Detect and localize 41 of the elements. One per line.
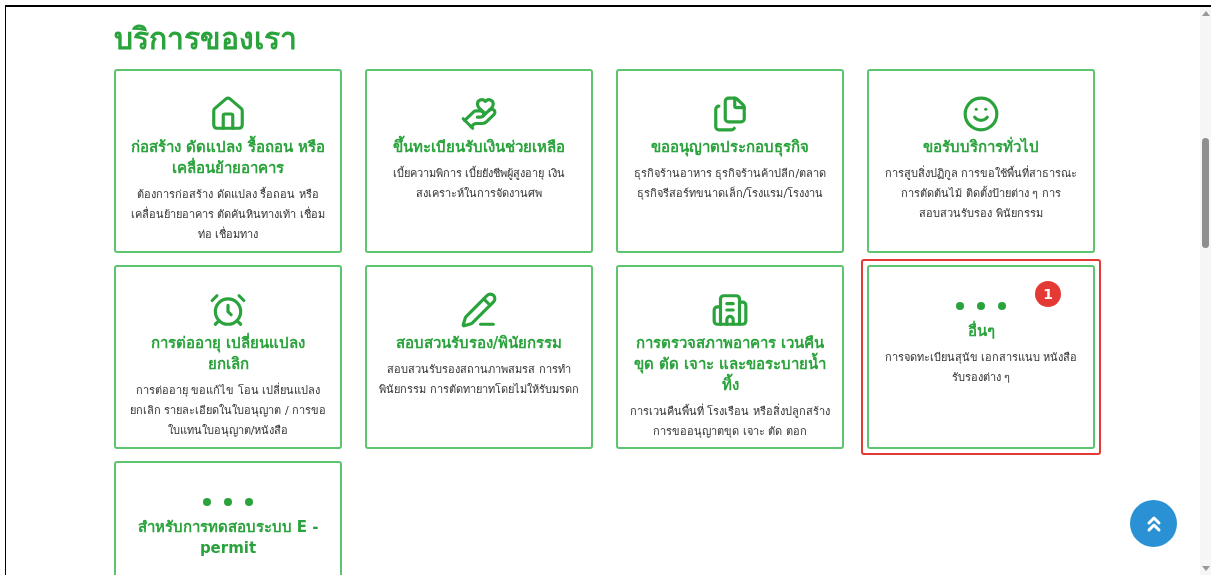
service-card[interactable]: ขอรับบริการทั่วไป การสูบสิ่งปฏิกูล การขอใช้พื้นที่สาธารณะ การตัดต้นไม้ ติดตั้งป้ายต่าง ๆ การสอบสวนรับรอง พินัยกรรม	[867, 69, 1095, 253]
card-description: สอบสวนรับรองสถานภาพสมรส การทำพินัยกรรม การตัดทายาทโดยไม่ให้รับมรดก	[379, 362, 579, 398]
service-card[interactable]: ขออนุญาตประกอบธุรกิจ ธุรกิจร้านอาหาร ธุรกิจร้านค้าปลีก/ตลาด ธุรกิจรีสอร์ทขนาดเล็ก/โรงแรม/โรงงาน	[616, 69, 844, 253]
documents-icon	[711, 95, 749, 133]
card-description: การสูบสิ่งปฏิกูล การขอใช้พื้นที่สาธารณะ การตัดต้นไม้ ติดตั้งป้ายต่าง ๆ การสอบสวนรับรอง พินัยกรรม	[883, 164, 1079, 222]
card-title: การตรวจสภาพอาคาร เวนคืน ขุด ตัด เจาะ และขอระบายน้ำทิ้ง	[632, 333, 828, 396]
card-description: เบี้ยความพิการ เบี้ยยังชีพผู้สูงอายุ เงินสงเคราะห์ในการจัดงานศพ	[392, 165, 566, 202]
dots-icon	[202, 497, 254, 507]
number-badge: 1	[1035, 281, 1061, 307]
service-card[interactable]: ก่อสร้าง ดัดแปลง รื้อถอน หรือเคลื่อนย้ายอาคาร ต้องการก่อสร้าง ดัดแปลง รื้อถอน หรือเคลื่อนย้ายอาคาร ตัดคันหินทางเท้า เชื่อมท่อ เชื่อมทาง	[114, 69, 342, 253]
card-description: การต่ออายุ ขอแก้ไข โอน เปลี่ยนแปลง ยกเลิก รายละเอียดในใบอนุญาต / การขอใบแทนใบอนุญาต/หนังสือ	[128, 381, 328, 439]
scroll-to-top-button[interactable]	[1130, 500, 1177, 547]
dots-icon	[955, 301, 1007, 311]
scrollbar-thumb[interactable]	[1202, 138, 1209, 248]
building-icon	[711, 291, 749, 329]
card-title: สอบสวนรับรอง/พินัยกรรม	[395, 333, 563, 354]
card-description: ต้องการก่อสร้าง ดัดแปลง รื้อถอน หรือเคลื่อนย้ายอาคาร ตัดคันหินทางเท้า เชื่อมท่อ เชื่อมทาง	[130, 186, 326, 243]
card-title: การต่ออายุ เปลี่ยนแปลง ยกเลิก	[149, 333, 307, 375]
card-title: ก่อสร้าง ดัดแปลง รื้อถอน หรือเคลื่อนย้ายอาคาร	[128, 137, 328, 179]
card-description: การเวนคืนพื้นที่ โรงเรือน หรือสิ่งปลูกสร้าง การขออนุญาตขุด เจาะ ตัด ตอก	[630, 402, 830, 440]
service-card[interactable]: การต่ออายุ เปลี่ยนแปลง ยกเลิก การต่ออายุ ขอแก้ไข โอน เปลี่ยนแปลง ยกเลิก รายละเอียดในใบอนุญาต / การขอใบแทนใบอนุญาต/หนังสือ	[114, 265, 342, 449]
service-card[interactable]: อื่นๆ การจดทะเบียนสุนัข เอกสารแนบ หนังสือรับรองต่าง ๆ 1	[867, 265, 1095, 449]
card-description: ธุรกิจร้านอาหาร ธุรกิจร้านค้าปลีก/ตลาด ธุรกิจรีสอร์ทขนาดเล็ก/โรงแรม/โรงงาน	[632, 166, 828, 202]
service-card[interactable]: สอบสวนรับรอง/พินัยกรรม สอบสวนรับรองสถานภาพสมรส การทำพินัยกรรม การตัดทายาทโดยไม่ให้รับมรดก	[365, 265, 593, 449]
card-title: ขอรับบริการทั่วไป	[923, 137, 1039, 158]
card-title: ขึ้นทะเบียนรับเงินช่วยเหลือ	[393, 137, 565, 158]
alarm-clock-icon	[209, 291, 247, 329]
card-description: การจดทะเบียนสุนัข เอกสารแนบ หนังสือรับรองต่าง ๆ	[883, 350, 1079, 386]
pencil-icon	[460, 291, 498, 329]
service-card[interactable]: การตรวจสภาพอาคาร เวนคืน ขุด ตัด เจาะ และขอระบายน้ำทิ้ง การเวนคืนพื้นที่ โรงเรือน หรือสิ่งปลูกสร้าง การขออนุญาตขุด เจาะ ตัด ตอก	[616, 265, 844, 449]
card-title: อื่นๆ	[967, 321, 995, 342]
card-title: ขออนุญาตประกอบธุรกิจ	[651, 137, 809, 158]
house-icon	[209, 95, 247, 133]
service-card[interactable]: ขึ้นทะเบียนรับเงินช่วยเหลือ เบี้ยความพิการ เบี้ยยังชีพผู้สูงอายุ เงินสงเคราะห์ในการจัดงานศพ	[365, 69, 593, 253]
smile-icon	[962, 95, 1000, 133]
hands-heart-icon	[460, 95, 498, 133]
scroll-up-icon[interactable]	[1201, 11, 1210, 16]
scroll-down-icon[interactable]	[1201, 566, 1210, 571]
section-heading: บริการของเรา	[114, 20, 298, 58]
card-title: สำหรับการทดสอบระบบ E - permit	[136, 517, 320, 559]
scrollbar[interactable]	[1200, 7, 1211, 575]
